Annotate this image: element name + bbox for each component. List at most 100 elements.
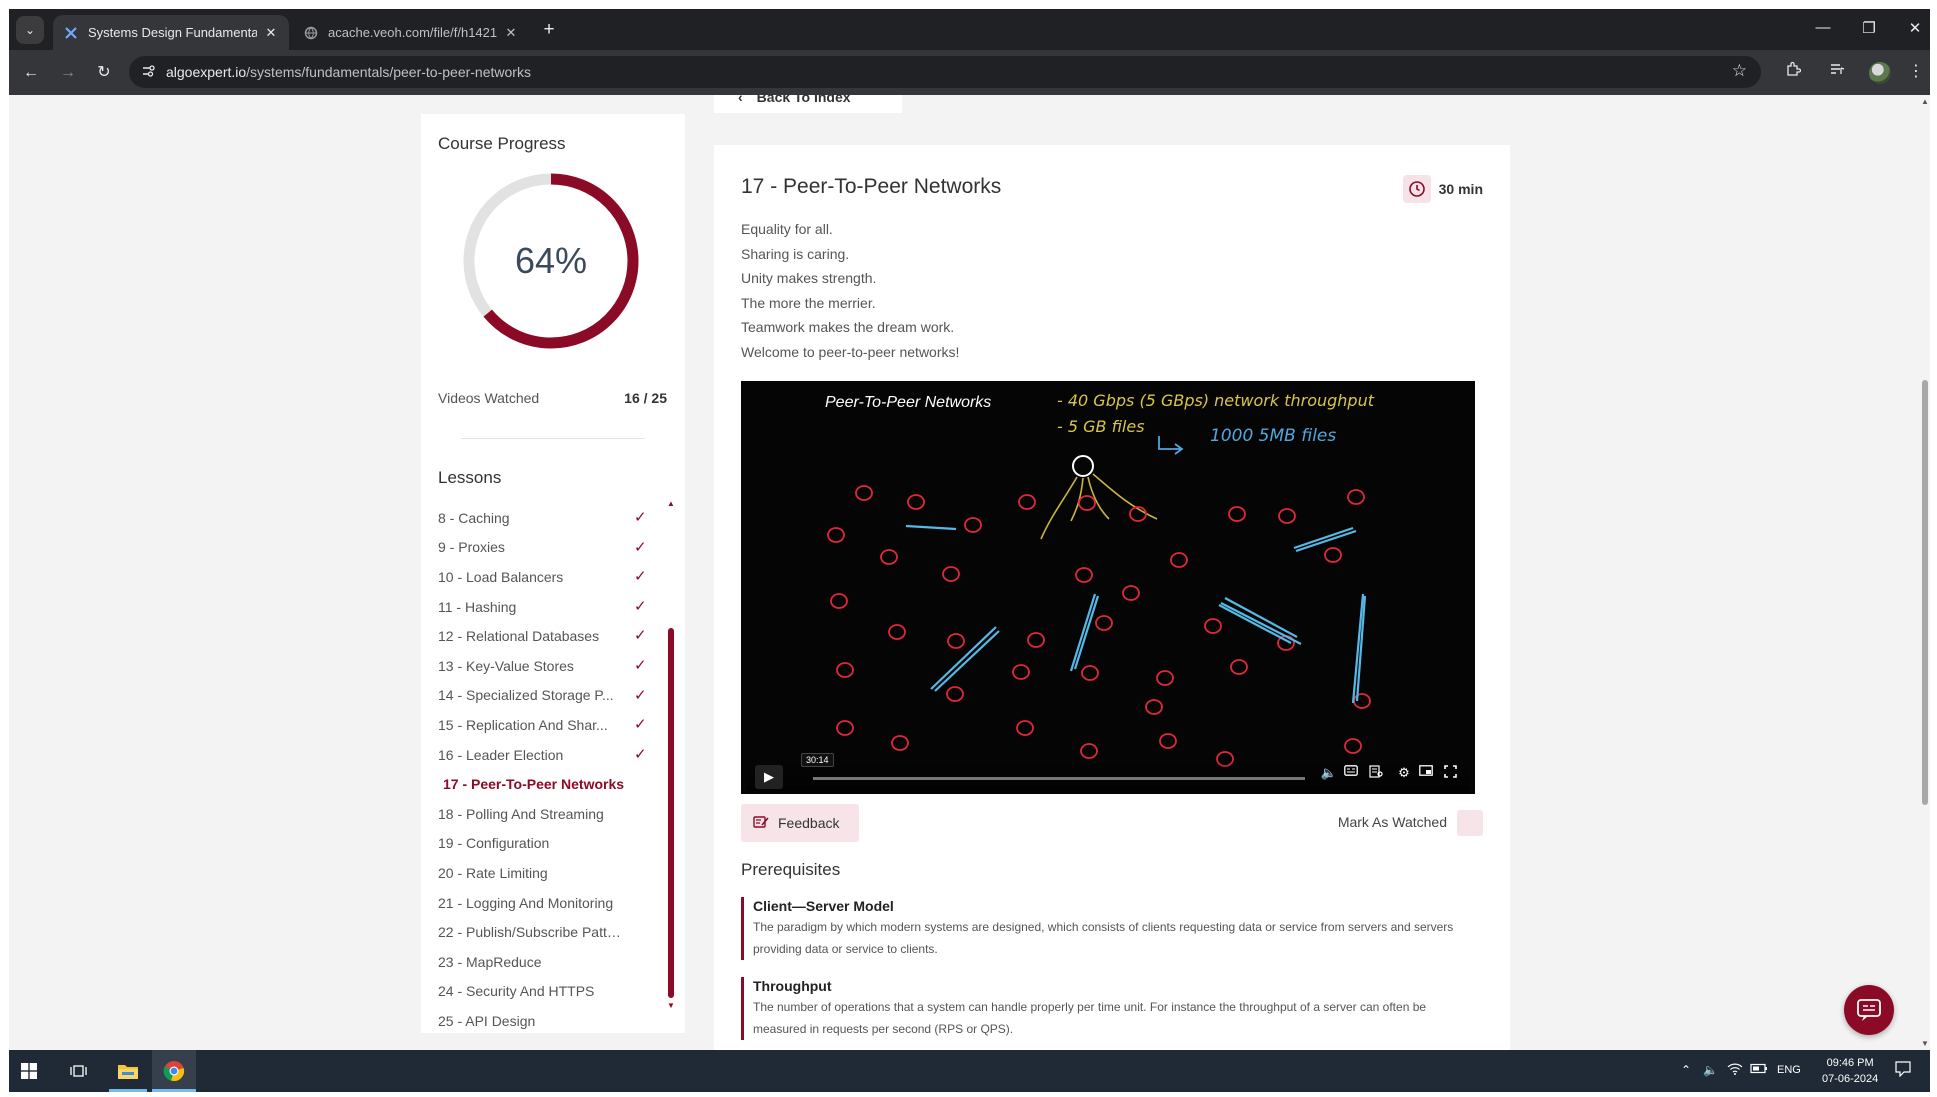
profile-avatar[interactable] — [1869, 62, 1891, 84]
back-arrow-icon[interactable]: ← — [19, 61, 43, 85]
divider — [461, 438, 645, 439]
lesson-item[interactable]: 15 - Replication And Shar... ✓ — [438, 710, 668, 740]
lesson-label: 19 - Configuration — [438, 835, 550, 852]
tray-chevron-up-icon[interactable]: ⌃ — [1681, 1063, 1691, 1077]
lesson-item[interactable]: 12 - Relational Databases ✓ — [438, 621, 668, 651]
restore-button[interactable]: ❐ — [1854, 19, 1884, 37]
reload-icon[interactable]: ↻ — [92, 61, 116, 85]
scroll-up-icon[interactable]: ▲ — [1921, 97, 1929, 106]
prerequisite-title[interactable]: Client—Server Model — [753, 897, 1481, 915]
lesson-intro: Equality for all. Sharing is caring. Unity… — [741, 217, 959, 365]
lesson-label: 20 - Rate Limiting — [438, 864, 548, 881]
lesson-item[interactable]: 18 - Polling And Streaming — [438, 799, 668, 829]
checkmark-icon: ✓ — [634, 686, 647, 704]
close-icon[interactable]: ✕ — [263, 25, 279, 41]
extensions-icon[interactable] — [1781, 61, 1805, 82]
volume-icon[interactable]: 🔈 — [1319, 765, 1339, 781]
lesson-item[interactable]: 8 - Caching ✓ — [438, 503, 668, 533]
close-window-button[interactable]: ✕ — [1900, 19, 1930, 37]
settings-gear-icon[interactable]: ⚙ — [1394, 765, 1414, 781]
browser-toolbar: ← → ↻ algoexpert.io/systems/fundamentals… — [9, 50, 1930, 95]
duration-text: 30 min — [1438, 181, 1483, 197]
checkmark-icon: ✓ — [634, 716, 647, 734]
intro-line: Equality for all. — [741, 221, 833, 237]
lesson-item[interactable]: 11 - Hashing ✓ — [438, 592, 668, 622]
windows-taskbar: ⌃ 🔈 ENG 09:46 PM 07-06-2024 — [9, 1050, 1930, 1092]
lesson-label: 8 - Caching — [438, 509, 510, 526]
lesson-label: 15 - Replication And Shar... — [438, 716, 608, 733]
lesson-label: 24 - Security And HTTPS — [438, 983, 595, 1000]
dictionary-chat-button[interactable] — [1844, 985, 1894, 1035]
video-player[interactable]: Peer-To-Peer Networks - 40 Gbps (5 GBps)… — [741, 381, 1475, 794]
prerequisite-title[interactable]: Throughput — [753, 977, 1481, 995]
lesson-scroll-down-icon[interactable]: ▼ — [667, 1001, 675, 1010]
lesson-item[interactable]: 9 - Proxies ✓ — [438, 533, 668, 563]
close-icon[interactable]: ✕ — [503, 25, 519, 41]
menu-dots-icon[interactable]: ⋮ — [1904, 61, 1928, 81]
lesson-label: 25 - API Design — [438, 1012, 536, 1029]
taskbar-date: 07-06-2024 — [1822, 1073, 1879, 1085]
play-icon[interactable]: ▶ — [755, 765, 783, 789]
lesson-item[interactable]: 14 - Specialized Storage P... ✓ — [438, 681, 668, 711]
mark-as-watched-label: Mark As Watched — [1337, 814, 1447, 830]
lesson-label: 17 - Peer-To-Peer Networks — [443, 776, 625, 793]
lesson-item[interactable]: 24 - Security And HTTPS — [438, 977, 668, 1007]
language-indicator[interactable]: ENG — [1777, 1064, 1801, 1076]
checkmark-icon: ✓ — [634, 745, 647, 763]
lesson-item[interactable]: 13 - Key-Value Stores ✓ — [438, 651, 668, 681]
video-note-3: 1000 5MB files — [1210, 426, 1336, 446]
lesson-item[interactable]: 23 - MapReduce — [438, 947, 668, 977]
back-to-index-label: Back To Index — [756, 95, 851, 105]
tab-veoh[interactable]: acache.veoh.com/file/f/h14219 ✕ — [293, 15, 529, 50]
prerequisite-item: Throughput The number of operations that… — [741, 977, 1481, 1040]
new-tab-button[interactable]: + — [537, 19, 561, 43]
videos-watched-count: 16 / 25 — [624, 390, 667, 406]
wifi-tray-icon[interactable] — [1727, 1063, 1743, 1078]
file-explorer-icon[interactable] — [108, 1050, 148, 1092]
bookmark-star-icon[interactable]: ☆ — [1732, 61, 1747, 81]
mark-as-watched-checkbox[interactable] — [1457, 810, 1483, 836]
lesson-scroll-up-icon[interactable]: ▲ — [667, 499, 675, 508]
windows-start-icon[interactable] — [9, 1050, 49, 1092]
lesson-label: 9 - Proxies — [438, 539, 505, 556]
checkmark-icon: ✓ — [634, 627, 647, 645]
minimize-button[interactable]: — — [1808, 19, 1838, 36]
tab-search-button[interactable]: ⌄ — [16, 16, 44, 44]
back-to-index-link[interactable]: ‹ Back To Index — [714, 95, 902, 113]
url-text: algoexpert.io/systems/fundamentals/peer-… — [166, 64, 531, 80]
checkmark-icon: ✓ — [634, 656, 647, 674]
lesson-item[interactable]: 25 - API Design — [438, 1006, 668, 1036]
video-progress-track[interactable] — [813, 777, 1305, 780]
notifications-icon[interactable] — [1895, 1061, 1911, 1080]
tab-systems-design[interactable]: Systems Design Fundamentals | ✕ — [53, 15, 289, 50]
volume-tray-icon[interactable]: 🔈 — [1703, 1063, 1718, 1077]
scroll-down-icon[interactable]: ▼ — [1921, 1039, 1929, 1048]
battery-tray-icon[interactable] — [1750, 1063, 1768, 1077]
lesson-item[interactable]: 19 - Configuration — [438, 829, 668, 859]
lesson-label: 13 - Key-Value Stores — [438, 657, 574, 674]
lesson-label: 16 - Leader Election — [438, 746, 564, 763]
chrome-taskbar-icon[interactable] — [152, 1050, 196, 1092]
taskbar-clock[interactable]: 09:46 PM 07-06-2024 — [1822, 1055, 1878, 1087]
site-info-icon[interactable] — [141, 64, 155, 81]
scrollbar-thumb[interactable] — [1922, 380, 1928, 805]
address-bar[interactable]: algoexpert.io/systems/fundamentals/peer-… — [129, 56, 1761, 88]
video-title: Peer-To-Peer Networks — [825, 394, 991, 411]
tab-strip: ⌄ Systems Design Fundamentals | ✕ acache… — [9, 9, 1930, 50]
lesson-item[interactable]: 22 - Publish/Subscribe Pattern — [438, 917, 668, 947]
lesson-item[interactable]: 20 - Rate Limiting — [438, 858, 668, 888]
lesson-list-scrollbar[interactable] — [668, 628, 674, 998]
lesson-item[interactable]: 21 - Logging And Monitoring — [438, 888, 668, 918]
lesson-item[interactable]: 17 - Peer-To-Peer Networks — [438, 769, 668, 799]
course-progress-card: Course Progress 64% Videos Watched 16 / … — [421, 114, 685, 1033]
task-view-icon[interactable] — [59, 1050, 99, 1092]
taskbar-time: 09:46 PM — [1826, 1057, 1874, 1069]
feedback-button[interactable]: Feedback — [741, 804, 859, 842]
page-scrollbar[interactable]: ▲ ▼ — [1920, 95, 1930, 1050]
lesson-item[interactable]: 10 - Load Balancers ✓ — [438, 562, 668, 592]
bottom-frame — [9, 1092, 1930, 1097]
checkmark-icon: ✓ — [634, 568, 647, 586]
forward-arrow-icon[interactable]: → — [56, 61, 80, 85]
lesson-item[interactable]: 16 - Leader Election ✓ — [438, 740, 668, 770]
media-controls-icon[interactable] — [1825, 61, 1849, 82]
